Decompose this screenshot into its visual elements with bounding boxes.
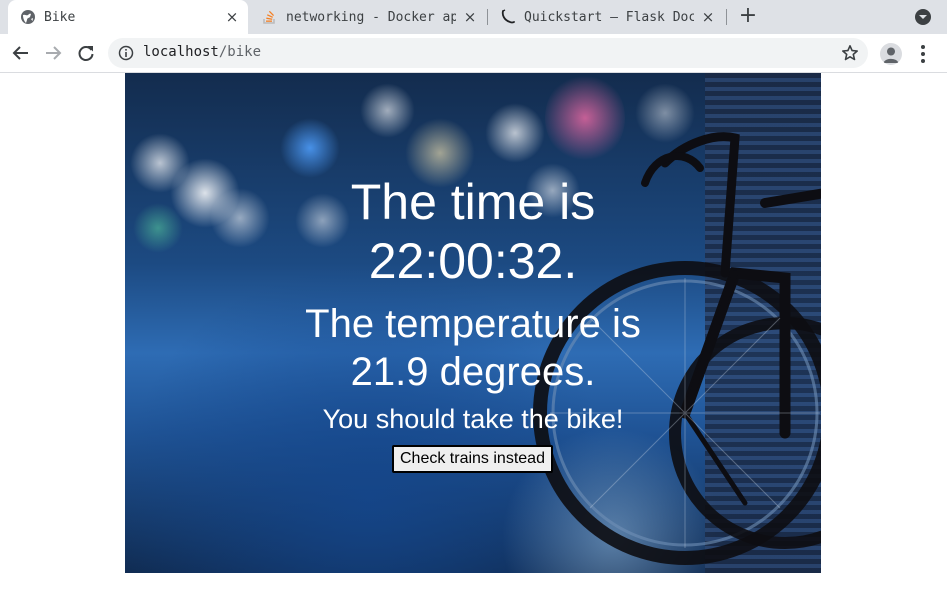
url-path: /bike [218, 44, 262, 60]
close-tab-icon[interactable]: × [700, 9, 716, 25]
new-tab-button[interactable]: + [737, 5, 759, 28]
temperature-value: 21.9 degrees. [350, 350, 596, 394]
tab-bike[interactable]: Bike × [8, 0, 248, 34]
globe-icon [20, 9, 36, 25]
close-tab-icon[interactable]: × [224, 9, 240, 25]
more-menu-icon[interactable] [914, 43, 932, 65]
bike-background-image: The time is 22:00:32. The temperature is… [125, 73, 821, 573]
tab-strip: Bike × networking - Docker ap × Quicksta… [0, 0, 947, 34]
url-host: localhost [143, 44, 219, 60]
tab-separator [726, 9, 727, 25]
close-tab-icon[interactable]: × [462, 9, 478, 25]
site-info-icon[interactable] [118, 45, 134, 61]
bookmark-star-icon[interactable] [841, 44, 859, 62]
temperature-label: The temperature is [305, 302, 641, 346]
address-bar[interactable]: localhost/bike [108, 38, 868, 68]
temperature-heading: The temperature is 21.9 degrees. [125, 300, 821, 396]
advice-text: You should take the bike! [322, 404, 624, 434]
tab-title: Quickstart — Flask Doc [524, 9, 694, 25]
time-label: The time is [350, 174, 596, 230]
back-arrow-icon[interactable] [10, 42, 32, 64]
tab-flask-quickstart[interactable]: Quickstart — Flask Doc × [488, 0, 724, 34]
tab-title: networking - Docker ap [286, 9, 456, 25]
tab-search-chevron-icon[interactable] [914, 8, 932, 26]
check-trains-button[interactable]: Check trains instead [392, 445, 553, 473]
profile-avatar-icon[interactable] [880, 43, 902, 65]
forward-arrow-icon[interactable] [42, 42, 64, 64]
browser-toolbar: localhost/bike [0, 34, 947, 73]
tab-networking-docker[interactable]: networking - Docker ap × [250, 0, 486, 34]
reload-icon[interactable] [75, 42, 97, 64]
url-text: localhost/bike [143, 44, 261, 60]
stackoverflow-icon [262, 9, 278, 25]
time-value: 22:00:32. [368, 233, 578, 289]
flask-icon [500, 9, 516, 25]
tab-title: Bike [44, 9, 76, 25]
time-heading: The time is 22:00:32. [125, 173, 821, 291]
